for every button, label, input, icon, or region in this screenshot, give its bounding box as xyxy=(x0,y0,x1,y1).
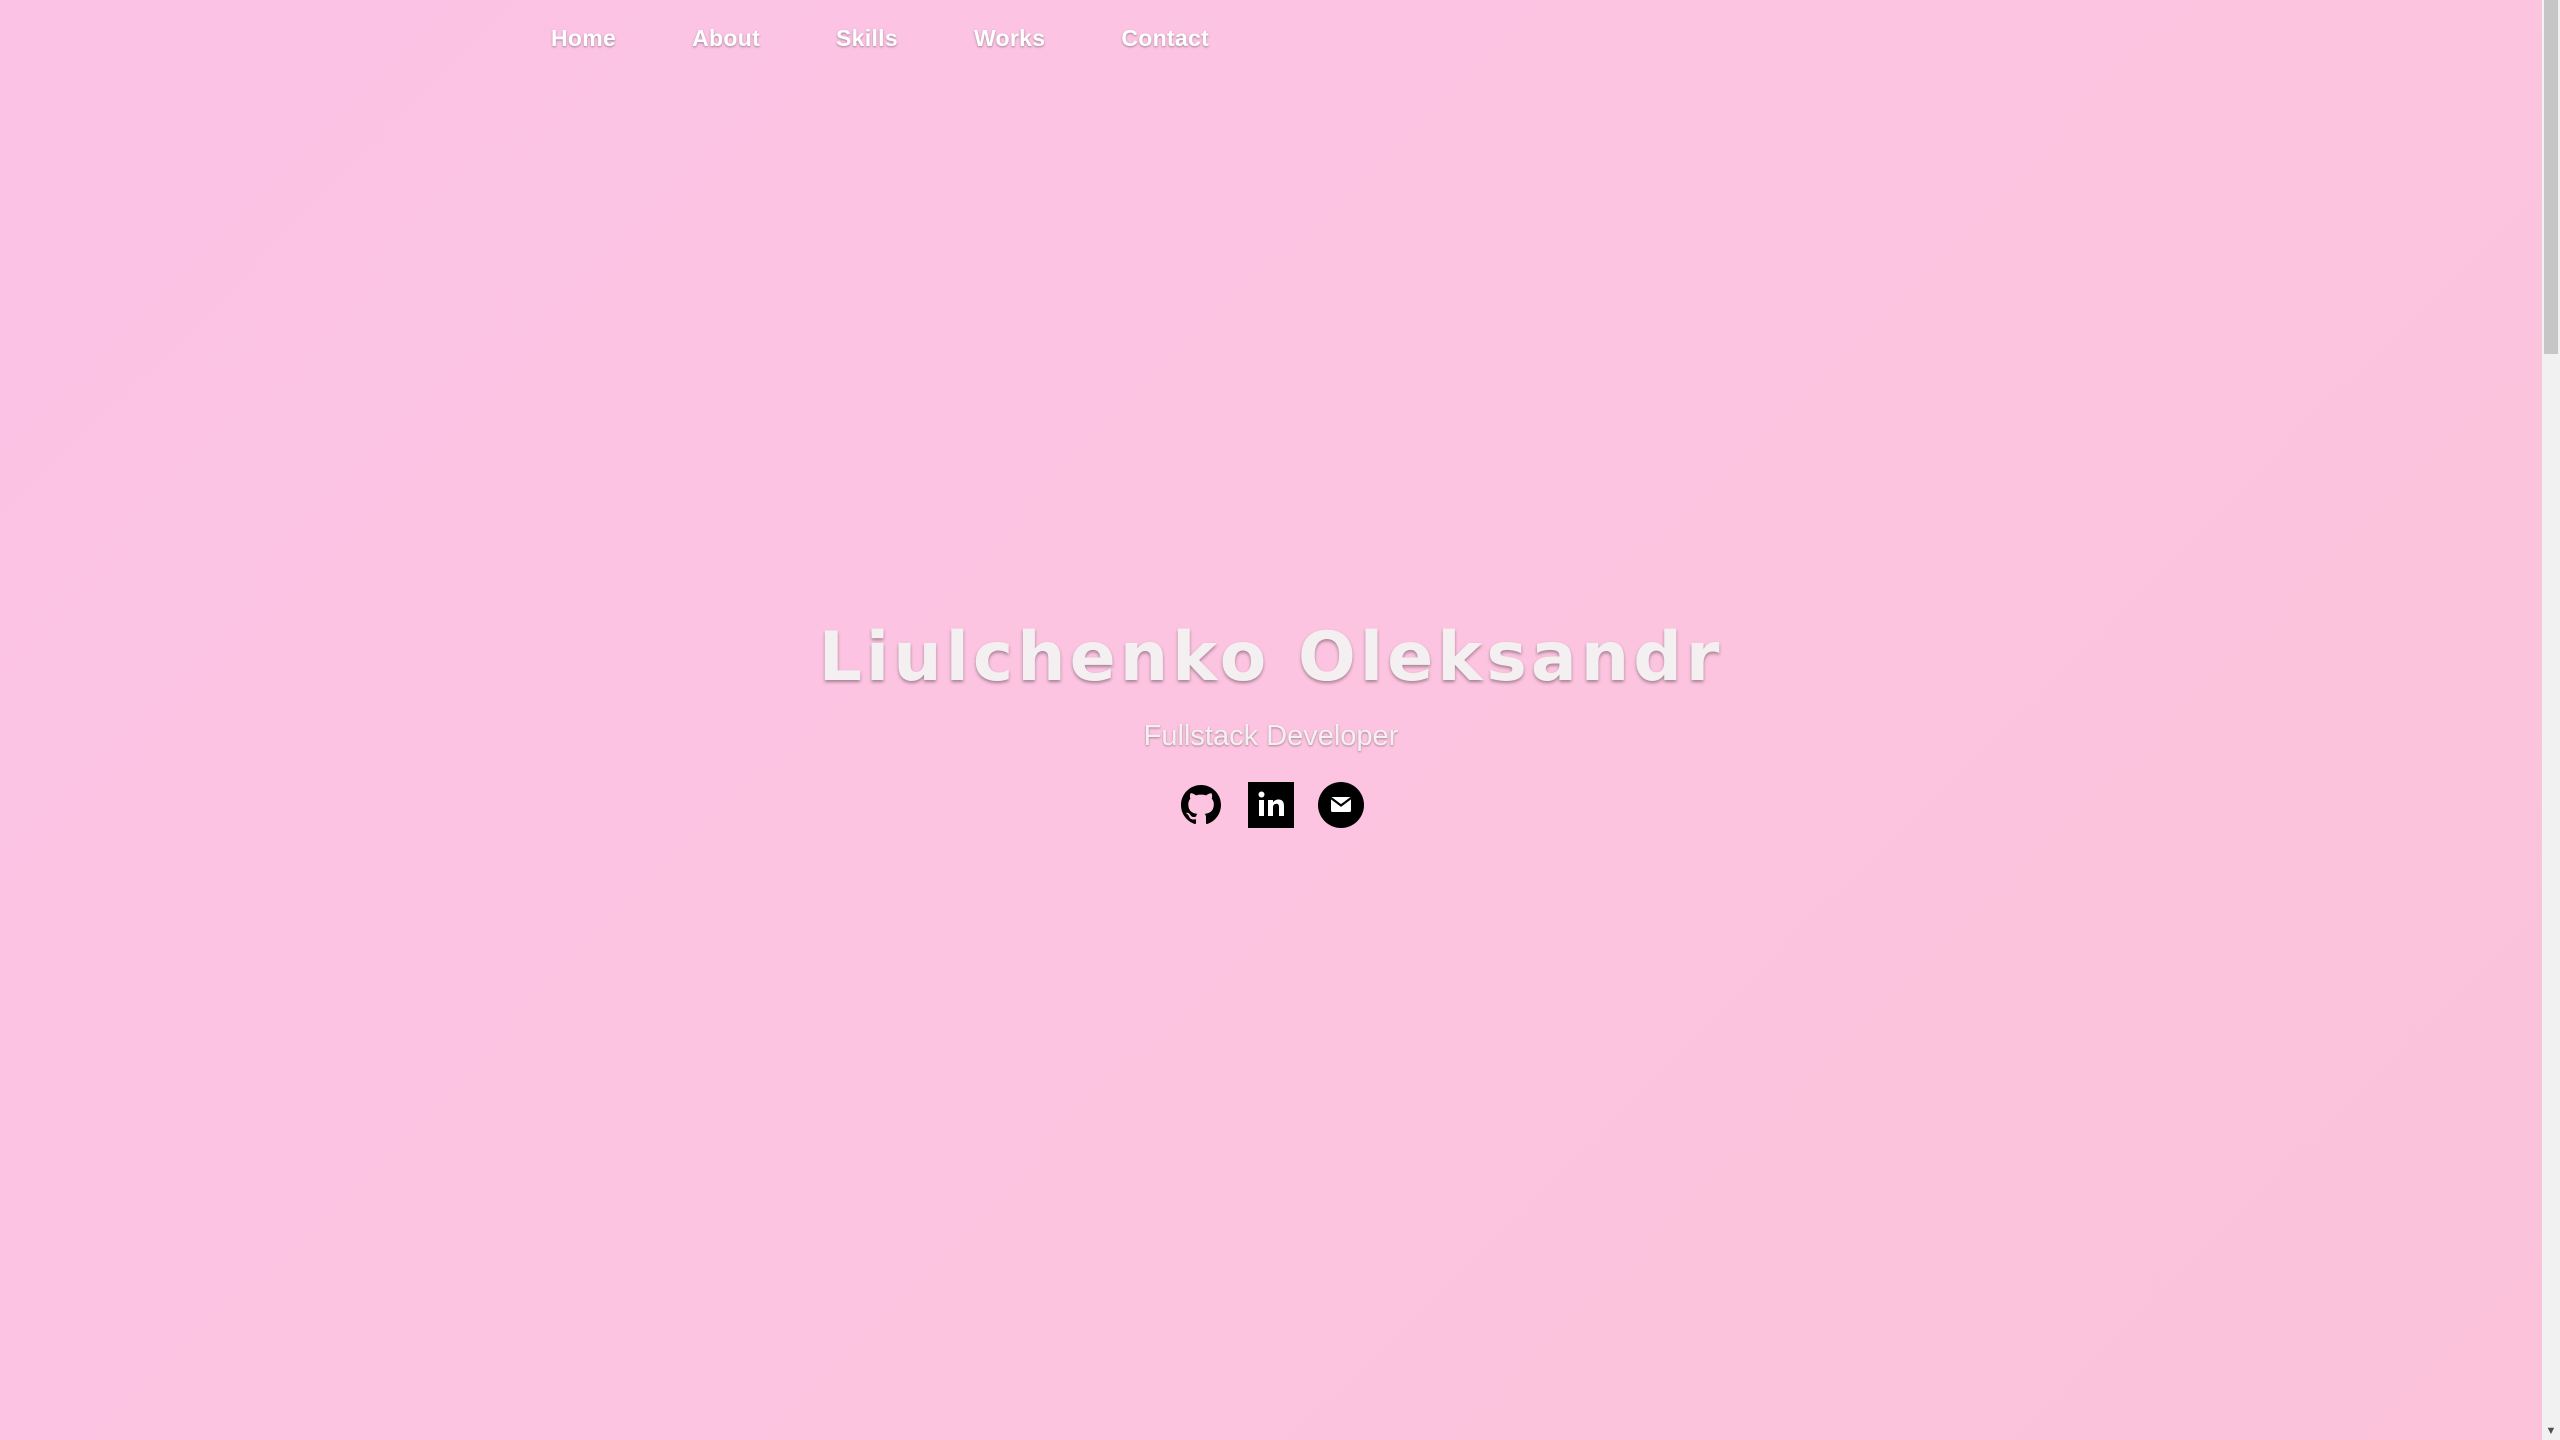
hero-section: Liulchenko Oleksandr Fullstack Developer xyxy=(0,612,2542,828)
nav-contact[interactable]: Contact xyxy=(1121,25,1209,52)
scroll-down-arrow-icon[interactable]: ▼ xyxy=(2542,1422,2560,1440)
github-link[interactable] xyxy=(1178,782,1224,828)
social-links xyxy=(0,782,2542,828)
mail-link[interactable] xyxy=(1318,782,1364,828)
mail-icon xyxy=(1318,782,1364,828)
top-nav: Home About Skills Works Contact xyxy=(551,18,1285,58)
page: Home About Skills Works Contact Liulchen… xyxy=(0,0,2542,1440)
linkedin-icon xyxy=(1248,782,1294,828)
hero-name: Liulchenko Oleksandr xyxy=(818,618,1724,697)
vertical-scrollbar[interactable]: ▼ xyxy=(2542,0,2560,1440)
nav-about[interactable]: About xyxy=(692,25,760,52)
nav-works[interactable]: Works xyxy=(974,25,1045,52)
scrollbar-thumb[interactable] xyxy=(2544,0,2558,354)
github-icon xyxy=(1181,785,1221,825)
hero-role: Fullstack Developer xyxy=(1143,720,1399,752)
linkedin-link[interactable] xyxy=(1248,782,1294,828)
nav-home[interactable]: Home xyxy=(551,25,616,52)
nav-skills[interactable]: Skills xyxy=(836,25,898,52)
